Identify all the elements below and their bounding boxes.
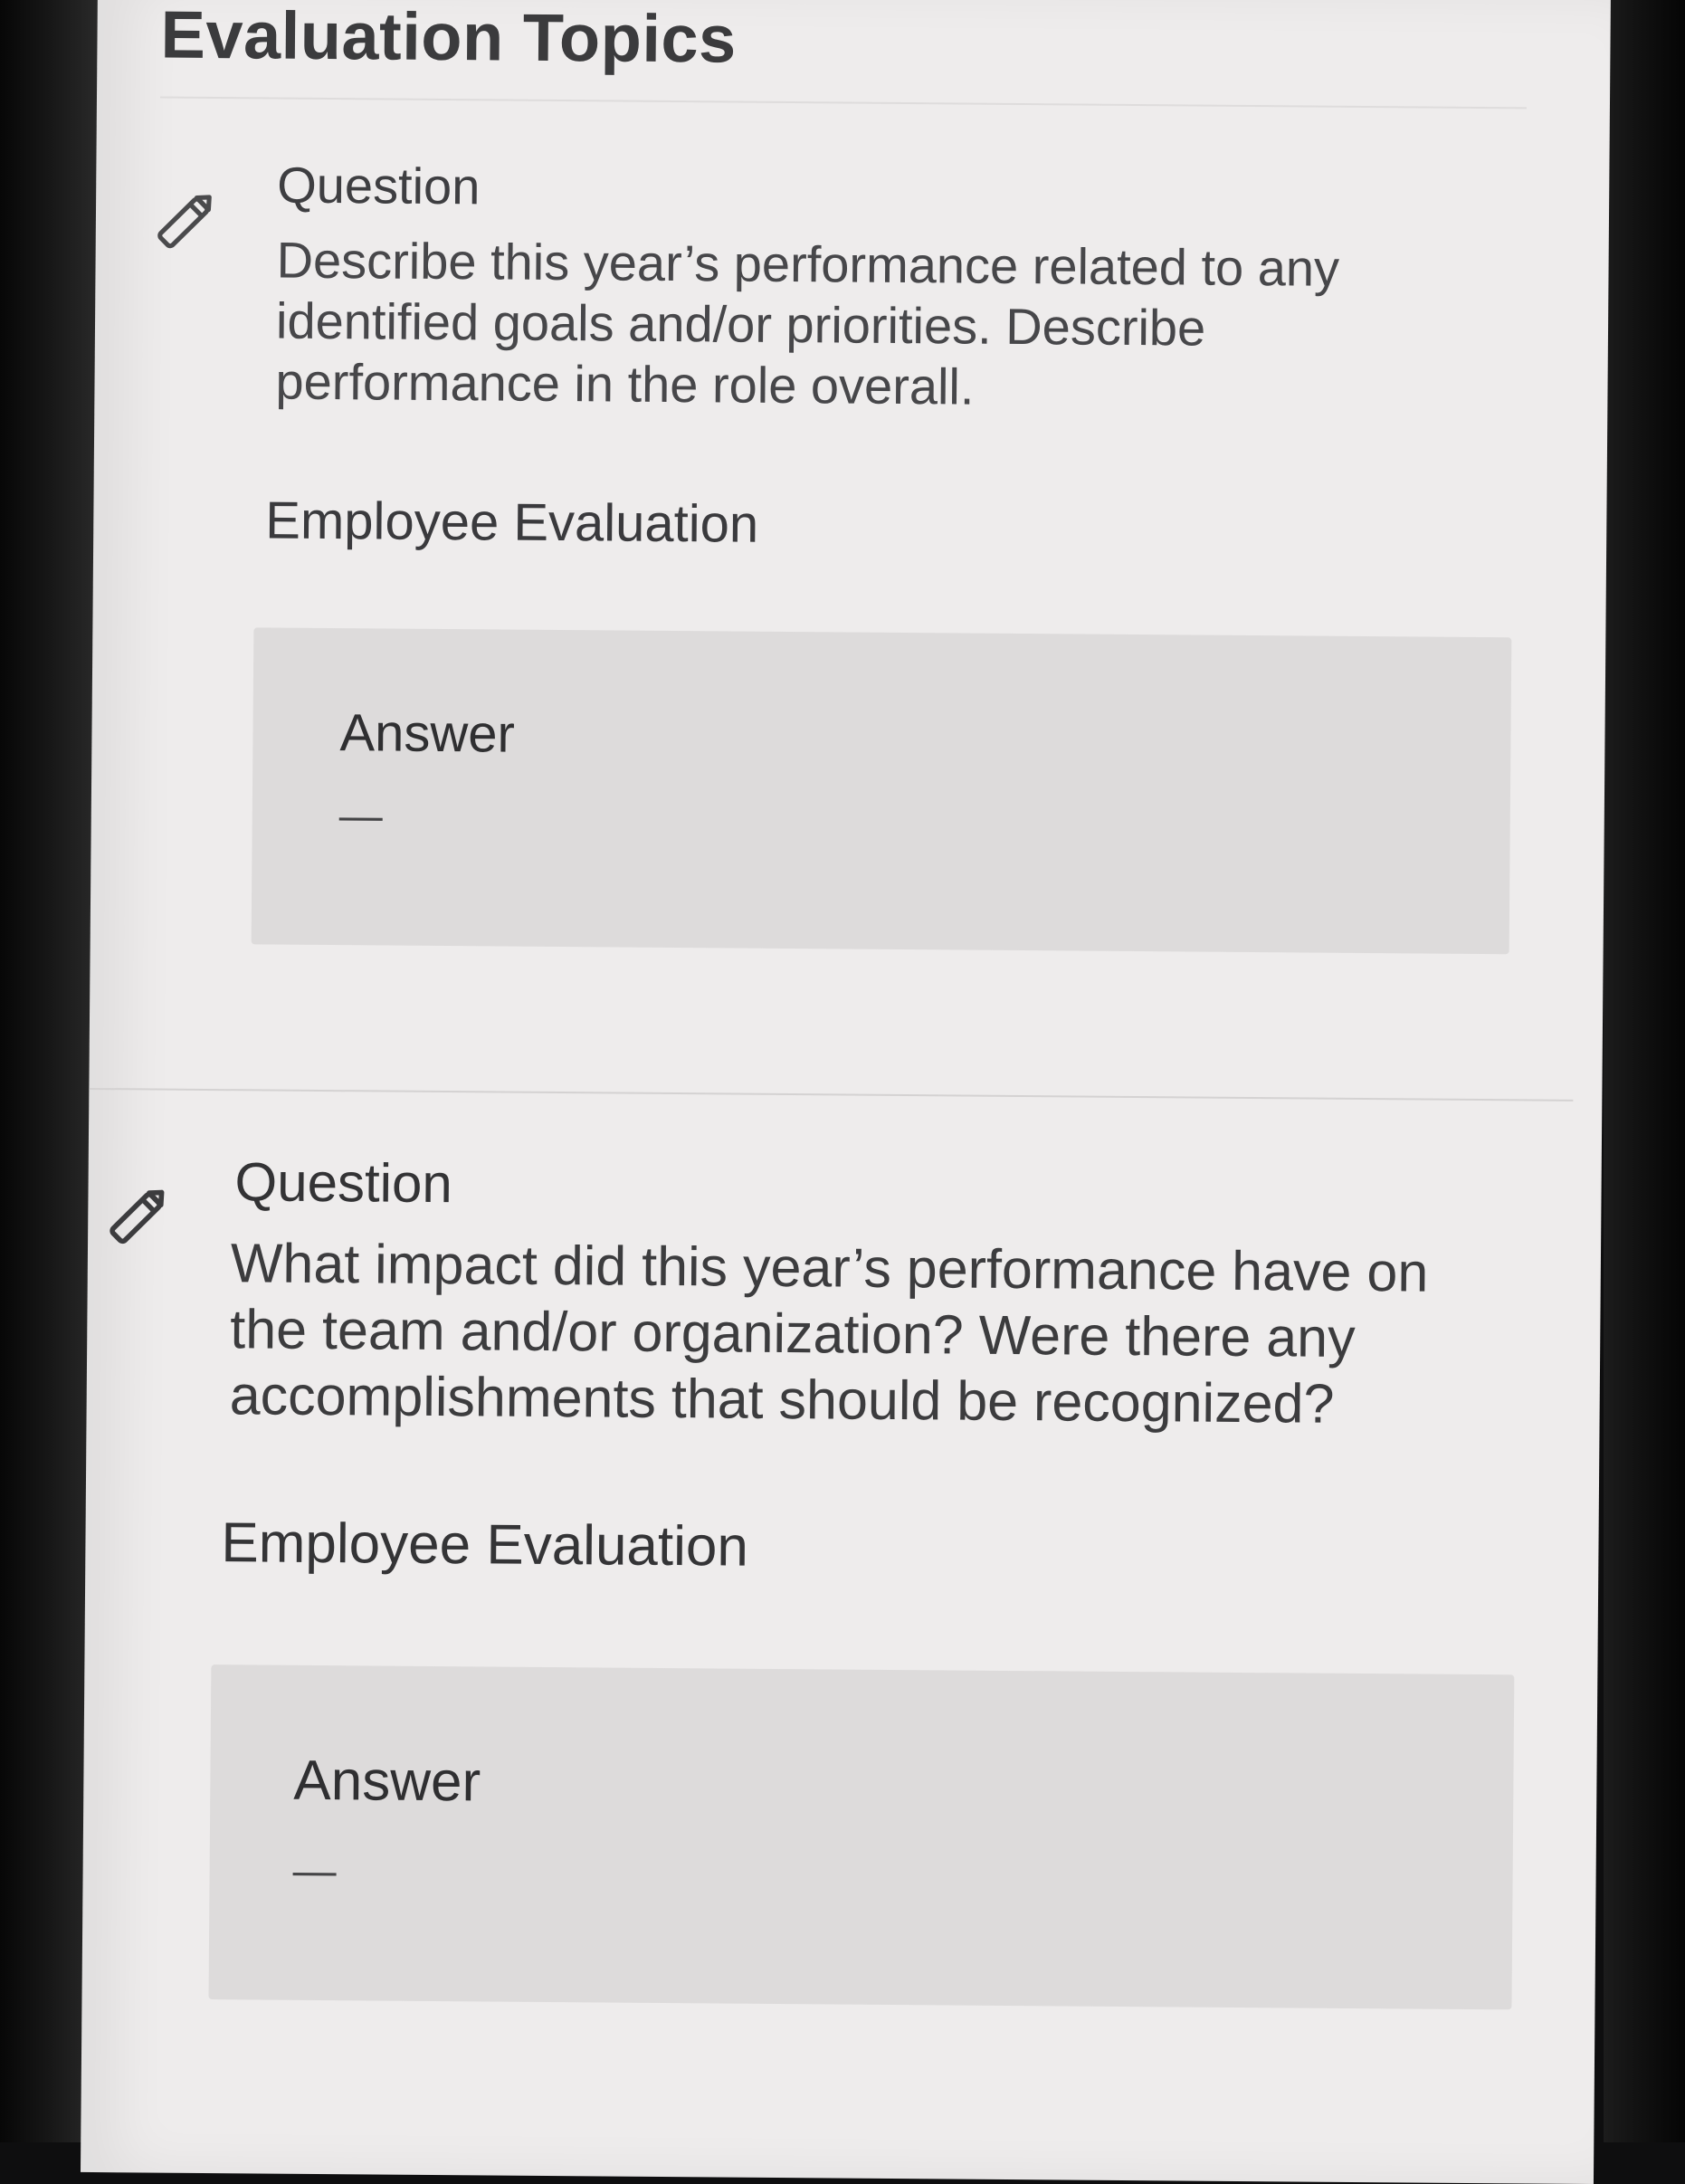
screen: Evaluation Topics Question Describe this…	[80, 0, 1611, 2184]
employee-evaluation-label: Employee Evaluation	[221, 1512, 749, 1578]
answer-value: —	[292, 1846, 337, 1896]
answer-box[interactable]: Answer —	[251, 627, 1512, 955]
question-text: Describe this year’s performance related…	[275, 231, 1340, 415]
question-text: What impact did this year’s performance …	[229, 1232, 1429, 1435]
answer-label: Answer	[293, 1749, 481, 1814]
question-label: Question	[276, 156, 481, 215]
question-label: Question	[234, 1151, 453, 1215]
device-bezel-right	[1604, 0, 1685, 2142]
page-title: Evaluation Topics	[160, 0, 738, 77]
pencil-icon[interactable]	[100, 1178, 176, 1254]
title-divider	[159, 96, 1527, 110]
answer-label: Answer	[339, 703, 516, 764]
section-divider	[89, 1087, 1574, 1102]
employee-evaluation-label: Employee Evaluation	[265, 491, 759, 554]
pencil-icon[interactable]	[148, 183, 224, 258]
answer-box[interactable]: Answer —	[208, 1664, 1515, 2010]
answer-value: —	[338, 792, 383, 841]
